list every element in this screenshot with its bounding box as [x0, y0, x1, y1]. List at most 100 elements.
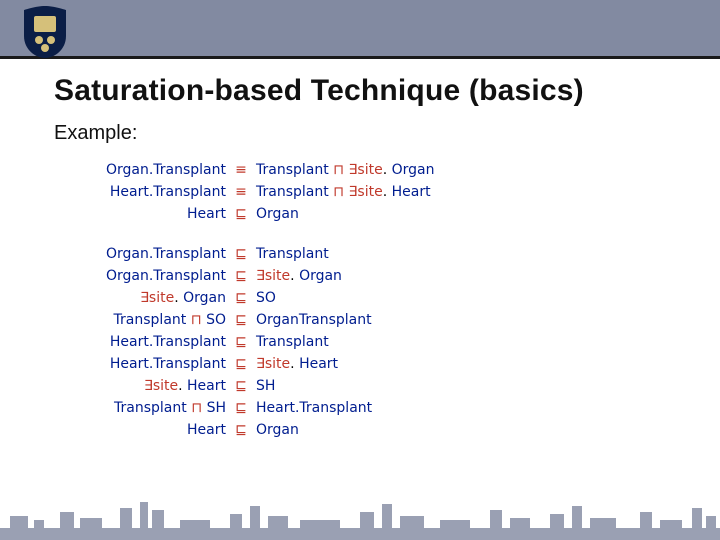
axiom-lhs: Organ.Transplant [54, 268, 232, 284]
axiom-operator: ⊑ [232, 356, 250, 372]
concept: Transplant [114, 400, 187, 416]
concept: SO [256, 290, 276, 306]
axiom-rhs: Transplant ⊓ ∃site. Organ [250, 162, 434, 178]
axiom-operator: ⊑ [232, 268, 250, 284]
axiom-rhs: SO [250, 290, 276, 306]
dot-separator: . [174, 290, 183, 306]
concept: Organ [299, 268, 342, 284]
role: site [357, 162, 382, 178]
concept: Heart [392, 184, 431, 200]
concept: Heart [187, 378, 226, 394]
dot-separator: . [383, 184, 392, 200]
exists-quantifier: ∃ [256, 356, 265, 372]
group-gap [54, 228, 680, 246]
axiom-lhs: Transplant ⊓ SH [54, 400, 232, 416]
concept: Heart.Transplant [110, 184, 226, 200]
concept: Heart [299, 356, 338, 372]
axiom-operator: ⊑ [232, 206, 250, 222]
axiom-operator: ⊑ [232, 378, 250, 394]
concept: Heart [187, 206, 226, 222]
axiom-row: Organ.Transplant ⊑∃site. Organ [54, 268, 680, 290]
axiom-rhs: Transplant [250, 246, 329, 262]
exists-quantifier: ∃ [256, 268, 265, 284]
axiom-rhs: ∃site. Organ [250, 268, 342, 284]
axiom-rhs: Transplant [250, 334, 329, 350]
axiom-row: ∃site. Heart⊑SH [54, 378, 680, 400]
axiom-lhs: Heart.Transplant [54, 334, 232, 350]
axiom-lhs: Heart [54, 206, 232, 222]
concept: Organ [183, 290, 226, 306]
concept: Heart.Transplant [110, 334, 226, 350]
axiom-rhs: Organ [250, 422, 299, 438]
axiom-rhs: SH [250, 378, 275, 394]
axiom-rhs: Organ [250, 206, 299, 222]
axiom-rhs: Heart.Transplant [250, 400, 372, 416]
exists-quantifier: ∃ [144, 378, 153, 394]
concept: Heart.Transplant [256, 400, 372, 416]
dl-operator: ⊓ [187, 400, 207, 416]
axiom-row: Heart.Transplant⊑∃site. Heart [54, 356, 680, 378]
concept: Organ.Transplant [106, 268, 226, 284]
role: site [265, 356, 290, 372]
axiom-row: ∃site. Organ⊑SO [54, 290, 680, 312]
concept: Heart [187, 422, 226, 438]
axiom-operator: ≡ [232, 162, 250, 178]
concept: Heart.Transplant [110, 356, 226, 372]
axiom-rhs: OrganTransplant [250, 312, 372, 328]
concept: SH [256, 378, 275, 394]
header-band [0, 0, 720, 56]
axiom-operator: ⊑ [232, 400, 250, 416]
concept: Transplant [256, 246, 329, 262]
axiom-lhs: Organ.Transplant [54, 162, 232, 178]
axiom-row: Heart ⊑ Organ [54, 206, 680, 228]
axiom-rhs: Transplant ⊓ ∃site. Heart [250, 184, 431, 200]
axioms-block: Organ.Transplant≡Transplant ⊓ ∃site. Org… [54, 162, 680, 444]
exists-quantifier: ∃ [140, 290, 149, 306]
university-crest-icon [24, 6, 66, 58]
axiom-operator: ≡ [232, 184, 250, 200]
concept: Organ.Transplant [106, 246, 226, 262]
role: site [153, 378, 178, 394]
role: site [149, 290, 174, 306]
axiom-operator: ⊑ [232, 312, 250, 328]
concept: OrganTransplant [256, 312, 372, 328]
concept: Transplant [256, 162, 329, 178]
axiom-operator: ⊑ [232, 334, 250, 350]
concept: Transplant [114, 312, 187, 328]
concept: SH [207, 400, 226, 416]
axiom-row: Organ.Transplant ⊑ Transplant [54, 246, 680, 268]
axiom-operator: ⊑ [232, 290, 250, 306]
concept: Organ [392, 162, 435, 178]
dl-operator: ⊓ [329, 162, 349, 178]
dot-separator: . [290, 268, 299, 284]
axiom-lhs: Organ.Transplant [54, 246, 232, 262]
concept: Transplant [256, 334, 329, 350]
dot-separator: . [290, 356, 299, 372]
dl-operator: ⊓ [186, 312, 206, 328]
dot-separator: . [178, 378, 187, 394]
concept: Organ [256, 206, 299, 222]
role: site [357, 184, 382, 200]
axiom-lhs: Heart.Transplant [54, 356, 232, 372]
axiom-row: Transplant ⊓ SO⊑OrganTransplant [54, 312, 680, 334]
dot-separator: . [383, 162, 392, 178]
axiom-row: Transplant ⊓ SH⊑Heart.Transplant [54, 400, 680, 422]
axiom-lhs: ∃site. Organ [54, 290, 232, 306]
concept: SO [206, 312, 226, 328]
concept: Organ.Transplant [106, 162, 226, 178]
concept: Transplant [256, 184, 329, 200]
axiom-row: Organ.Transplant≡Transplant ⊓ ∃site. Org… [54, 162, 680, 184]
axiom-row: Heart.Transplant ⊑ Transplant [54, 334, 680, 356]
axiom-operator: ⊑ [232, 246, 250, 262]
axiom-lhs: Heart.Transplant [54, 184, 232, 200]
slide-title: Saturation-based Technique (basics) [54, 74, 700, 108]
example-label: Example: [54, 122, 137, 145]
footer-skyline-icon [0, 498, 720, 540]
axiom-row: Heart ⊑ Organ [54, 422, 680, 444]
axiom-lhs: Heart [54, 422, 232, 438]
axiom-lhs: Transplant ⊓ SO [54, 312, 232, 328]
concept: Organ [256, 422, 299, 438]
axiom-lhs: ∃site. Heart [54, 378, 232, 394]
axiom-rhs: ∃site. Heart [250, 356, 338, 372]
axiom-operator: ⊑ [232, 422, 250, 438]
